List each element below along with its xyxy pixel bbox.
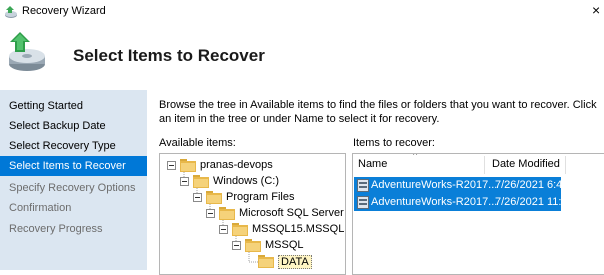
title-bar: Recovery Wizard ×: [0, 0, 604, 24]
column-header-name[interactable]: Name: [358, 158, 387, 170]
collapse-icon[interactable]: [219, 225, 228, 234]
folder-icon: [232, 223, 248, 236]
instructions-text: Browse the tree in Available items to fi…: [159, 99, 597, 125]
file-date-modified: 7/26/2021 6:4...: [495, 179, 572, 191]
tree-node-label[interactable]: Microsoft SQL Server: [239, 207, 344, 219]
items-to-recover-label: Items to recover:: [353, 137, 435, 149]
page-title: Select Items to Recover: [73, 46, 265, 65]
disk-recovery-icon: [9, 32, 45, 71]
step-specify-recovery-options: Specify Recovery Options: [9, 182, 136, 194]
step-select-backup-date[interactable]: Select Backup Date: [0, 116, 147, 136]
folder-icon: [180, 159, 196, 172]
file-name: AdventureWorks-R2017...: [371, 196, 498, 208]
available-items-tree[interactable]: pranas-devops Windows (C:) Program Files…: [159, 153, 346, 275]
collapse-icon[interactable]: [193, 193, 202, 202]
file-name: AdventureWorks-R2017...: [371, 179, 498, 191]
step-getting-started[interactable]: Getting Started: [0, 96, 147, 116]
window-title: Recovery Wizard: [22, 5, 106, 17]
step-select-items-to-recover[interactable]: Select Items to Recover: [0, 156, 147, 176]
database-file-icon: [357, 196, 369, 209]
collapse-icon[interactable]: [180, 177, 189, 186]
sort-ascending-icon: ^: [413, 153, 418, 160]
step-confirmation: Confirmation: [9, 202, 72, 214]
list-row[interactable]: AdventureWorks-R2017... 7/26/2021 11:...: [354, 194, 571, 211]
column-divider[interactable]: [565, 156, 566, 174]
folder-icon: [245, 239, 261, 252]
step-select-recovery-type[interactable]: Select Recovery Type: [0, 136, 147, 156]
close-icon[interactable]: ×: [592, 2, 600, 18]
tree-node-label[interactable]: Windows (C:): [213, 175, 279, 187]
tree-node-label[interactable]: MSSQL: [265, 239, 304, 251]
items-to-recover-list[interactable]: Name ^ Date Modified AdventureWorks-R201…: [352, 153, 604, 275]
wizard-steps-sidebar: Getting Started Select Backup Date Selec…: [0, 90, 147, 270]
column-header-date-modified[interactable]: Date Modified: [492, 158, 560, 170]
collapse-icon[interactable]: [232, 241, 241, 250]
available-items-label: Available items:: [159, 137, 236, 149]
database-file-icon: [357, 179, 369, 192]
tree-node-label[interactable]: DATA: [278, 255, 312, 269]
tree-node-label[interactable]: pranas-devops: [200, 159, 273, 171]
list-row[interactable]: AdventureWorks-R2017... 7/26/2021 6:4...: [354, 177, 571, 194]
tree-node-label[interactable]: MSSQL15.MSSQLSE: [252, 223, 345, 235]
file-date-modified: 7/26/2021 11:...: [495, 196, 571, 208]
wizard-header: Select Items to Recover: [0, 24, 604, 90]
folder-icon: [193, 175, 209, 188]
folder-icon: [206, 191, 222, 204]
step-recovery-progress: Recovery Progress: [9, 223, 103, 235]
folder-icon: [258, 255, 274, 268]
tree-node-label[interactable]: Program Files: [226, 191, 294, 203]
column-divider[interactable]: [484, 156, 485, 174]
collapse-icon[interactable]: [167, 161, 176, 170]
collapse-icon[interactable]: [206, 209, 215, 218]
folder-icon: [219, 207, 235, 220]
recovery-wizard-icon: [5, 6, 17, 18]
